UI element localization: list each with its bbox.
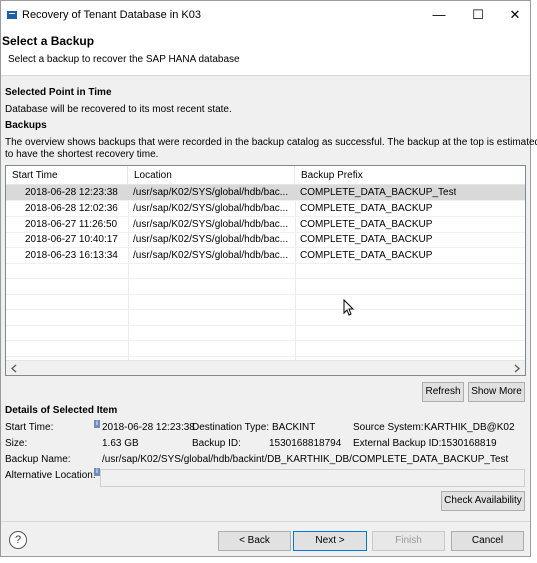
cell-start-time: 2018-06-28 12:23:38 bbox=[25, 187, 118, 198]
backup-name-label: Backup Name: bbox=[5, 454, 71, 465]
maximize-button[interactable]: ☐ bbox=[459, 1, 497, 29]
point-in-time-heading: Selected Point in Time bbox=[5, 87, 112, 98]
title-bar[interactable]: Recovery of Tenant Database in K03 — ☐ ✕ bbox=[1, 1, 530, 30]
help-icon[interactable]: ? bbox=[9, 531, 27, 549]
backup-name-value: /usr/sap/K02/SYS/global/hdb/backint/DB_K… bbox=[102, 454, 509, 465]
page-title: Select a Backup bbox=[2, 34, 95, 48]
empty-row bbox=[6, 294, 525, 310]
cell-location: /usr/sap/K02/SYS/global/hdb/bac... bbox=[133, 187, 289, 198]
cell-location: /usr/sap/K02/SYS/global/hdb/bac... bbox=[133, 203, 289, 214]
empty-row bbox=[6, 310, 525, 326]
scroll-left-icon[interactable] bbox=[10, 364, 18, 373]
backup-id-label: Backup ID: bbox=[192, 438, 241, 449]
source-system-value: KARTHIK_DB@K02 bbox=[424, 422, 515, 433]
details-heading: Details of Selected Item bbox=[5, 405, 118, 416]
cell-backup-prefix: COMPLETE_DATA_BACKUP bbox=[300, 203, 433, 214]
scroll-right-icon[interactable] bbox=[513, 364, 521, 373]
backup-id-value: 1530168818794 bbox=[269, 438, 342, 449]
backups-description-line1: The overview shows backups that were rec… bbox=[5, 137, 537, 148]
table-row[interactable]: 2018-06-23 16:13:34 /usr/sap/K02/SYS/glo… bbox=[6, 248, 525, 264]
empty-row bbox=[6, 279, 525, 295]
column-header-backup-prefix[interactable]: Backup Prefix bbox=[295, 166, 525, 185]
refresh-button[interactable]: Refresh bbox=[422, 382, 464, 402]
footer-separator bbox=[1, 521, 530, 522]
alt-location-label: Alternative Location: bbox=[5, 470, 96, 481]
source-system-label: Source System: bbox=[353, 422, 424, 433]
desktop-background-bottom bbox=[0, 557, 537, 563]
close-button[interactable]: ✕ bbox=[496, 1, 534, 29]
cell-start-time: 2018-06-28 12:02:36 bbox=[25, 203, 118, 214]
table-row[interactable]: 2018-06-28 12:23:38 /usr/sap/K02/SYS/glo… bbox=[6, 185, 525, 201]
page-description: Select a backup to recover the SAP HANA … bbox=[8, 54, 240, 65]
wizard-header: Select a Backup Select a backup to recov… bbox=[1, 30, 530, 76]
empty-row bbox=[6, 325, 525, 341]
start-time-label: Start Time: bbox=[5, 422, 54, 433]
show-more-button[interactable]: Show More bbox=[468, 382, 525, 402]
alternative-location-field[interactable] bbox=[100, 469, 525, 487]
cell-backup-prefix: COMPLETE_DATA_BACKUP bbox=[300, 250, 433, 261]
cell-backup-prefix: COMPLETE_DATA_BACKUP bbox=[300, 219, 433, 230]
size-label: Size: bbox=[5, 438, 28, 449]
cell-backup-prefix: COMPLETE_DATA_BACKUP bbox=[300, 234, 433, 245]
column-header-location[interactable]: Location bbox=[128, 166, 295, 185]
recovery-dialog: Recovery of Tenant Database in K03 — ☐ ✕… bbox=[0, 0, 537, 557]
backups-description-line2: to have the shortest recovery time. bbox=[5, 149, 159, 160]
table-row[interactable]: 2018-06-27 10:40:17 /usr/sap/K02/SYS/glo… bbox=[6, 232, 525, 248]
cell-start-time: 2018-06-27 10:40:17 bbox=[25, 234, 118, 245]
cell-location: /usr/sap/K02/SYS/global/hdb/bac... bbox=[133, 234, 289, 245]
table-row[interactable]: 2018-06-28 12:02:36 /usr/sap/K02/SYS/glo… bbox=[6, 201, 525, 217]
start-time-value: 2018-06-28 12:23:38 bbox=[102, 422, 195, 433]
backups-table[interactable]: Start Time Location Backup Prefix 2018-0… bbox=[5, 165, 526, 376]
external-backup-id-label: External Backup ID: bbox=[353, 438, 442, 449]
point-in-time-text: Database will be recovered to its most r… bbox=[5, 104, 232, 115]
check-availability-button[interactable]: Check Availability bbox=[441, 491, 525, 511]
cell-backup-prefix: COMPLETE_DATA_BACKUP_Test bbox=[300, 187, 457, 198]
destination-type-value: BACKINT bbox=[272, 422, 316, 433]
horizontal-scrollbar[interactable] bbox=[6, 360, 525, 375]
empty-row bbox=[6, 341, 525, 357]
next-button[interactable]: Next > bbox=[293, 531, 367, 551]
minimize-button[interactable]: — bbox=[420, 1, 458, 29]
external-backup-id-value: 1530168819 bbox=[441, 438, 497, 449]
destination-type-label: Destination Type: bbox=[192, 422, 270, 433]
empty-row bbox=[6, 263, 525, 279]
backups-heading: Backups bbox=[5, 120, 47, 131]
finish-button: Finish bbox=[372, 531, 445, 551]
window-title: Recovery of Tenant Database in K03 bbox=[22, 9, 201, 21]
cell-start-time: 2018-06-23 16:13:34 bbox=[25, 250, 118, 261]
mouse-cursor-icon bbox=[343, 299, 355, 316]
cell-location: /usr/sap/K02/SYS/global/hdb/bac... bbox=[133, 219, 289, 230]
column-header-start-time[interactable]: Start Time bbox=[6, 166, 128, 185]
cell-location: /usr/sap/K02/SYS/global/hdb/bac... bbox=[133, 250, 289, 261]
size-value: 1.63 GB bbox=[102, 438, 139, 449]
cell-start-time: 2018-06-27 11:26:50 bbox=[25, 219, 118, 230]
cancel-button[interactable]: Cancel bbox=[451, 531, 524, 551]
desktop-background-right bbox=[531, 0, 537, 563]
back-button[interactable]: < Back bbox=[218, 531, 291, 551]
app-icon bbox=[7, 11, 17, 19]
info-icon: i bbox=[94, 420, 100, 428]
table-row[interactable]: 2018-06-27 11:26:50 /usr/sap/K02/SYS/glo… bbox=[6, 217, 525, 233]
